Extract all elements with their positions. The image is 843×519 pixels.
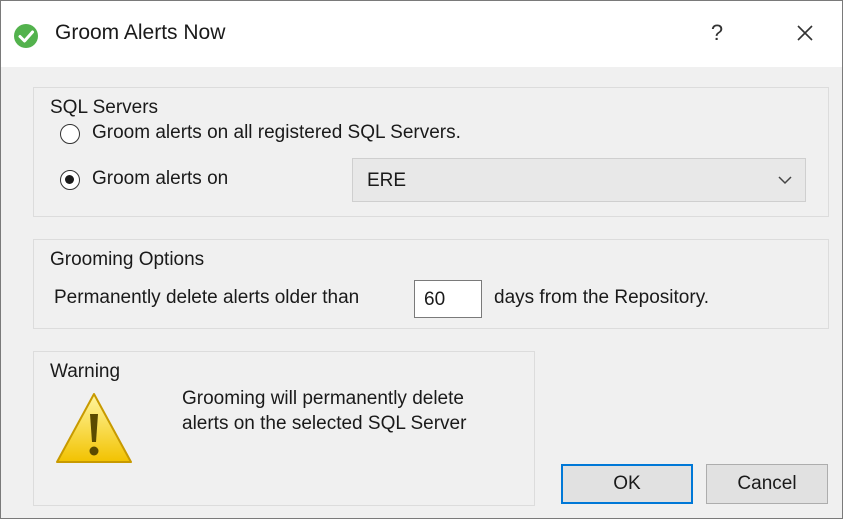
close-button[interactable]: [783, 15, 827, 51]
warning-message-line2: alerts on the selected SQL Server: [182, 413, 467, 434]
groom-selected-server-radio[interactable]: [60, 170, 80, 190]
groom-all-servers-label[interactable]: Groom alerts on all registered SQL Serve…: [92, 122, 461, 144]
warning-message-line1: Grooming will permanently delete: [182, 388, 464, 409]
server-select[interactable]: ERE: [352, 158, 806, 202]
days-input-value: 60: [424, 289, 446, 310]
cancel-button[interactable]: Cancel: [706, 464, 828, 504]
warning-group: Warning Grooming will permanently delete…: [33, 351, 535, 506]
warning-group-label: Warning: [50, 361, 121, 382]
check-circle-icon: [14, 24, 38, 48]
question-icon: ?: [710, 20, 724, 45]
grooming-options-group: Grooming Options Permanently delete aler…: [33, 239, 829, 329]
days-from-repository-label: days from the Repository.: [494, 287, 710, 308]
help-button[interactable]: ?: [695, 15, 739, 51]
delete-older-than-label: Permanently delete alerts older than: [54, 287, 360, 308]
ok-button[interactable]: OK: [561, 464, 693, 504]
warning-triangle-icon: [56, 393, 132, 463]
sql-servers-group: SQL Servers Groom alerts on all register…: [33, 87, 829, 217]
chevron-down-icon: [778, 176, 792, 185]
server-select-value: ERE: [367, 170, 407, 191]
window-title: Groom Alerts Now: [55, 21, 226, 44]
days-input[interactable]: 60: [414, 280, 482, 318]
groom-alerts-dialog: Groom Alerts Now ? SQL Servers Groom ale…: [0, 0, 843, 519]
groom-all-servers-radio[interactable]: [60, 124, 80, 144]
title-bar: Groom Alerts Now ?: [1, 1, 842, 67]
grooming-options-group-label: Grooming Options: [50, 249, 205, 270]
sql-servers-group-label: SQL Servers: [50, 97, 159, 118]
close-icon: [797, 25, 813, 41]
groom-selected-server-label[interactable]: Groom alerts on: [92, 168, 228, 190]
